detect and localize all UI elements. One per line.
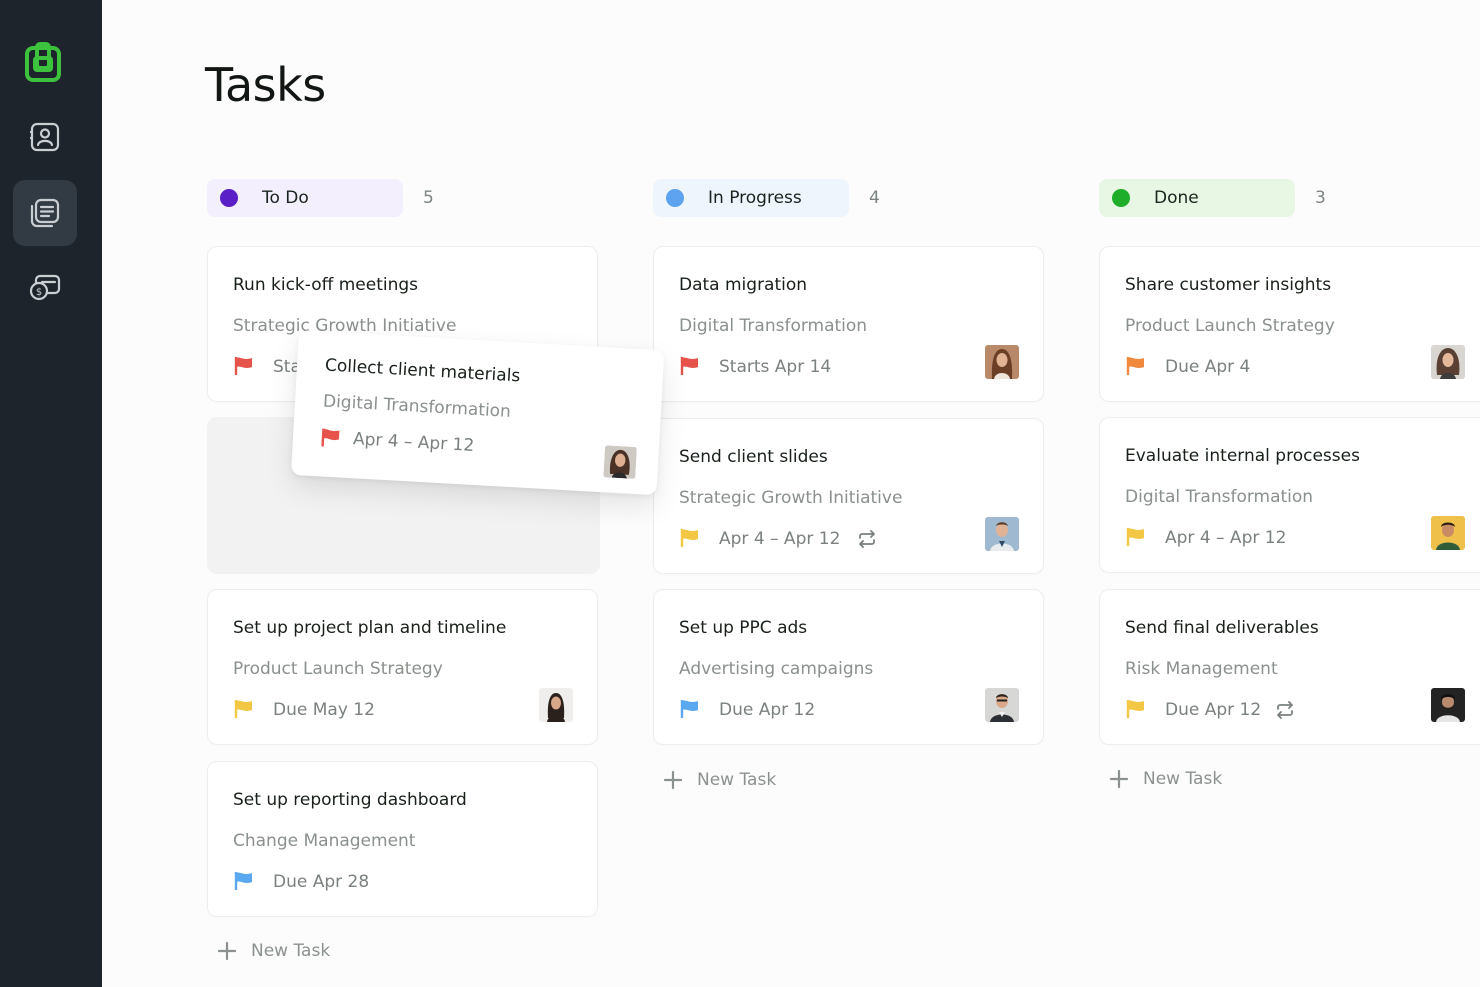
flag-icon[interactable] [234,871,254,891]
status-dot [1112,189,1130,207]
assignee-avatar[interactable] [985,688,1019,722]
task-project: Change Management [233,831,416,851]
assignee-avatar[interactable] [1431,688,1465,722]
task-card[interactable]: Set up reporting dashboard Change Manage… [207,761,598,917]
flag-icon[interactable] [680,528,700,548]
assignee-avatar[interactable] [985,517,1019,551]
task-card[interactable]: Evaluate internal processes Digital Tran… [1099,417,1480,573]
task-date: Due Apr 4 [1165,357,1251,377]
plus-icon [663,770,683,790]
task-project: Product Launch Strategy [233,659,443,679]
task-title: Set up reporting dashboard [233,790,467,810]
flag-icon[interactable] [320,427,341,448]
task-project: Advertising campaigns [679,659,874,679]
new-task-button[interactable]: New Task [217,941,330,961]
column-header-in-progress[interactable]: In Progress [653,179,849,217]
billing-icon: $ [29,274,61,301]
task-date: Due Apr 12 [719,700,816,720]
new-task-label: New Task [251,941,331,961]
task-title: Run kick-off meetings [233,275,419,295]
column-count: 4 [869,188,880,208]
flag-icon[interactable] [1126,699,1146,719]
flag-icon[interactable] [234,356,254,376]
flag-icon[interactable] [680,699,700,719]
column-count: 5 [423,188,434,208]
assignee-avatar[interactable] [603,445,637,479]
column-name: To Do [262,188,309,208]
task-project: Digital Transformation [322,391,512,422]
flag-icon[interactable] [1126,527,1146,547]
flag-icon[interactable] [234,699,254,719]
task-project: Digital Transformation [1125,487,1314,507]
dragging-task-card[interactable]: Collect client materials Digital Transfo… [290,330,665,496]
task-title: Share customer insights [1125,275,1332,295]
task-project: Strategic Growth Initiative [679,488,903,508]
task-date: Apr 4 – Apr 12 [719,529,841,549]
plus-icon [217,941,237,961]
task-date: Starts Apr 14 [719,357,832,377]
task-date: Due Apr 28 [273,872,370,892]
task-title: Evaluate internal processes [1125,446,1360,466]
task-date: Apr 4 – Apr 12 [1165,528,1287,548]
sidebar-item-contacts[interactable] [13,104,77,170]
task-title: Send final deliverables [1125,618,1319,638]
assignee-avatar[interactable] [985,345,1019,379]
status-dot [220,189,238,207]
new-task-button[interactable]: New Task [663,770,776,790]
assignee-avatar[interactable] [1431,345,1465,379]
status-dot [666,189,684,207]
task-title: Set up project plan and timeline [233,618,507,638]
task-title: Send client slides [679,447,828,467]
app-logo[interactable] [13,29,77,95]
task-date: Due May 12 [273,700,375,720]
task-project: Digital Transformation [679,316,868,336]
assignee-avatar[interactable] [1431,516,1465,550]
column-header-done[interactable]: Done [1099,179,1295,217]
task-title: Collect client materials [324,355,521,387]
column-header-todo[interactable]: To Do [207,179,403,217]
contacts-icon [30,122,60,152]
task-card[interactable]: Send final deliverables Risk Management … [1099,589,1480,745]
new-task-label: New Task [697,770,777,790]
tasks-icon [30,198,60,228]
column-name: Done [1154,188,1199,208]
plus-icon [1109,769,1129,789]
logo-icon [25,42,61,82]
task-date: Apr 4 – Apr 12 [352,429,475,456]
flag-icon[interactable] [1126,356,1146,376]
task-title: Set up PPC ads [679,618,808,638]
task-project: Product Launch Strategy [1125,316,1335,336]
assignee-avatar[interactable] [539,688,573,722]
task-card[interactable]: Set up project plan and timeline Product… [207,589,598,745]
task-date: Due Apr 12 [1165,700,1262,720]
sidebar: $ [0,0,102,987]
new-task-button[interactable]: New Task [1109,769,1222,789]
new-task-label: New Task [1143,769,1223,789]
column-name: In Progress [708,188,802,208]
sidebar-item-billing[interactable]: $ [13,255,77,321]
repeat-icon [1277,701,1293,719]
task-project: Risk Management [1125,659,1278,679]
sidebar-item-tasks[interactable] [13,180,77,246]
repeat-icon [859,530,875,548]
task-card[interactable]: Data migration Digital Transformation St… [653,246,1044,402]
task-card[interactable]: Send client slides Strategic Growth Init… [653,418,1044,574]
task-card[interactable]: Set up PPC ads Advertising campaigns Due… [653,589,1044,745]
task-title: Data migration [679,275,808,295]
task-card[interactable]: Share customer insights Product Launch S… [1099,246,1480,402]
flag-icon[interactable] [680,356,700,376]
page-title: Tasks [205,58,326,112]
column-count: 3 [1315,188,1326,208]
svg-text:$: $ [36,287,42,298]
